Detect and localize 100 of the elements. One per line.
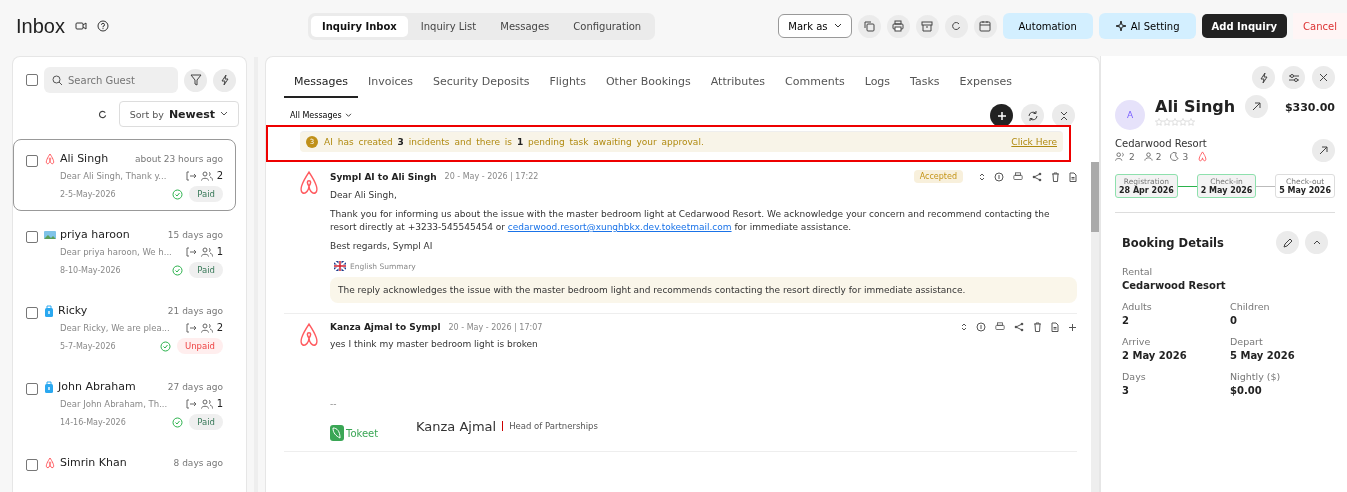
- inquiry-item[interactable]: John Abraham 27 days ago Dear John Abraham, Th... 1 14-16-May-2026 Paid: [13, 367, 236, 439]
- airbnb-logo-icon: [1197, 151, 1209, 162]
- view-tab[interactable]: Inquiry Inbox: [311, 15, 408, 37]
- detail-label: Rental: [1122, 266, 1154, 277]
- detail-label: Days: [1122, 371, 1147, 382]
- message-preview: Dear Ricky, We are plea...: [60, 322, 171, 333]
- airbnb-logo-icon: [44, 152, 56, 165]
- share-icon[interactable]: [1014, 322, 1024, 332]
- inquiry-checkbox[interactable]: [26, 231, 38, 243]
- inquiry-item[interactable]: priya haroon 15 days ago Dear priya haroon, We h... 1 8-10-May-2026 Paid: [13, 215, 236, 287]
- section-tab[interactable]: Comments: [775, 71, 855, 98]
- add-icon[interactable]: [990, 104, 1013, 127]
- guest-count: 2: [216, 170, 223, 181]
- ai-setting-button[interactable]: AI Setting: [1098, 13, 1196, 39]
- check-circle-icon: [172, 264, 184, 276]
- info-icon[interactable]: [976, 322, 986, 332]
- detail-label: Arrive: [1122, 336, 1152, 347]
- booking-amount: $330.00: [1284, 101, 1335, 114]
- trash-icon[interactable]: [1051, 171, 1060, 182]
- section-tab[interactable]: Attributes: [700, 71, 776, 98]
- automation-button[interactable]: Automation: [1002, 13, 1093, 39]
- mark-as-dropdown[interactable]: Mark as: [778, 14, 852, 38]
- guest-name: Ali Singh: [60, 152, 109, 165]
- message-text: Dear Ali Singh,: [330, 189, 398, 202]
- section-tab[interactable]: Invoices: [357, 71, 423, 98]
- section-tab[interactable]: Flights: [539, 71, 596, 98]
- chevron-icon: [833, 23, 842, 29]
- select-all-checkbox[interactable]: [26, 74, 38, 86]
- archive-icon[interactable]: [915, 14, 939, 38]
- stay-dates: 5-7-May-2026: [60, 341, 116, 351]
- adult-count: 2: [1155, 151, 1162, 162]
- info-icon[interactable]: [994, 171, 1004, 182]
- inquiry-item[interactable]: Ricky 21 days ago Dear Ricky, We are plea... 2 5-7-May-2026 Unpaid: [13, 291, 236, 363]
- detail-value: 2 May 2026: [1122, 350, 1188, 361]
- document-icon[interactable]: [1069, 171, 1077, 182]
- view-tab[interactable]: Inquiry List: [409, 15, 488, 37]
- detail-value: 0: [1230, 315, 1238, 326]
- section-tab[interactable]: Expenses: [949, 71, 1022, 98]
- calendar-icon[interactable]: [973, 14, 997, 38]
- print-icon[interactable]: [1013, 171, 1023, 182]
- section-tab[interactable]: Other Bookings: [595, 71, 701, 98]
- search-field[interactable]: Search Guest: [44, 67, 178, 93]
- inquiry-checkbox[interactable]: [26, 307, 38, 319]
- landscape-icon: [44, 230, 56, 239]
- trash-icon[interactable]: [1033, 322, 1042, 332]
- expand-icon[interactable]: [979, 171, 985, 182]
- time-ago: 21 days ago: [167, 305, 223, 316]
- lightning-icon[interactable]: [213, 68, 236, 92]
- message-filter-dropdown[interactable]: All Messages: [290, 111, 352, 120]
- document-icon[interactable]: [1051, 322, 1059, 332]
- print-icon[interactable]: [886, 14, 910, 38]
- expand-icon[interactable]: [961, 322, 967, 332]
- person-icon: [1143, 152, 1153, 161]
- inquiry-item[interactable]: Ali Singh about 23 hours ago Dear Ali Singh, Thank y... 2 2-5-May-2026 Paid: [13, 139, 236, 211]
- collapse-icon[interactable]: [1052, 104, 1075, 127]
- page-title: Inbox: [16, 14, 65, 38]
- chevron-icon: [220, 111, 228, 117]
- sliders-icon[interactable]: [1282, 66, 1305, 89]
- add-inquiry-button[interactable]: Add Inquiry: [1201, 14, 1288, 38]
- summary-text: The reply acknowledges the issue with the master bedroom light and recommends contacting the resort directly for immediate assistance.: [330, 277, 1077, 303]
- alert-text: AI has created 3 incidents and there is 1 pending task awaiting your approval.: [324, 137, 704, 147]
- help-icon[interactable]: [96, 20, 109, 32]
- share-icon[interactable]: [1032, 171, 1042, 182]
- time-ago: about 23 hours ago: [134, 153, 223, 164]
- detail-label: Children: [1230, 301, 1271, 312]
- lightning-icon[interactable]: [1252, 66, 1275, 89]
- view-tab[interactable]: Configuration: [562, 15, 653, 37]
- message-sender: Kanza Ajmal to Sympl: [330, 322, 441, 332]
- email-link[interactable]: cedarwood.resort@xunghbkx.dev.tokeetmail.com: [507, 222, 732, 232]
- guest-count: 1: [216, 246, 223, 257]
- scrollbar[interactable]: [1091, 162, 1099, 492]
- copy-icon[interactable]: [857, 14, 881, 38]
- print-icon[interactable]: [995, 322, 1005, 332]
- sort-dropdown[interactable]: Sort by Newest: [118, 101, 239, 127]
- guest-count: 1: [216, 398, 223, 409]
- plus-icon[interactable]: [1068, 322, 1077, 332]
- edit-icon[interactable]: [1276, 231, 1299, 254]
- section-tab[interactable]: Logs: [854, 71, 901, 98]
- leaf-logo-icon: [330, 425, 344, 441]
- inquiry-checkbox[interactable]: [26, 155, 38, 167]
- signature-name: Kanza Ajmal: [416, 418, 497, 434]
- close-icon[interactable]: [1312, 66, 1335, 89]
- refresh-icon[interactable]: [97, 109, 107, 119]
- sync-icon[interactable]: [1021, 104, 1044, 127]
- inquiry-checkbox[interactable]: [26, 459, 38, 471]
- message-date: 20 - May - 2026 | 17:07: [448, 322, 543, 332]
- guests-icon: [200, 246, 213, 257]
- section-tab[interactable]: Security Deposits: [423, 71, 540, 98]
- section-tab[interactable]: Messages: [284, 71, 358, 98]
- guest-count: 2: [216, 322, 223, 333]
- logo-text: Tokeet: [346, 427, 379, 439]
- cancel-button[interactable]: Cancel: [1293, 13, 1347, 39]
- inquiry-checkbox[interactable]: [26, 383, 38, 395]
- view-tab[interactable]: Messages: [489, 15, 561, 37]
- stay-dates: 2-5-May-2026: [60, 189, 116, 199]
- filter-icon[interactable]: [184, 68, 207, 92]
- inquiry-item[interactable]: Simrin Khan 8 days ago: [13, 443, 236, 480]
- lock-icon: [44, 304, 54, 317]
- video-icon[interactable]: [74, 21, 87, 31]
- section-tab[interactable]: Tasks: [900, 71, 950, 98]
